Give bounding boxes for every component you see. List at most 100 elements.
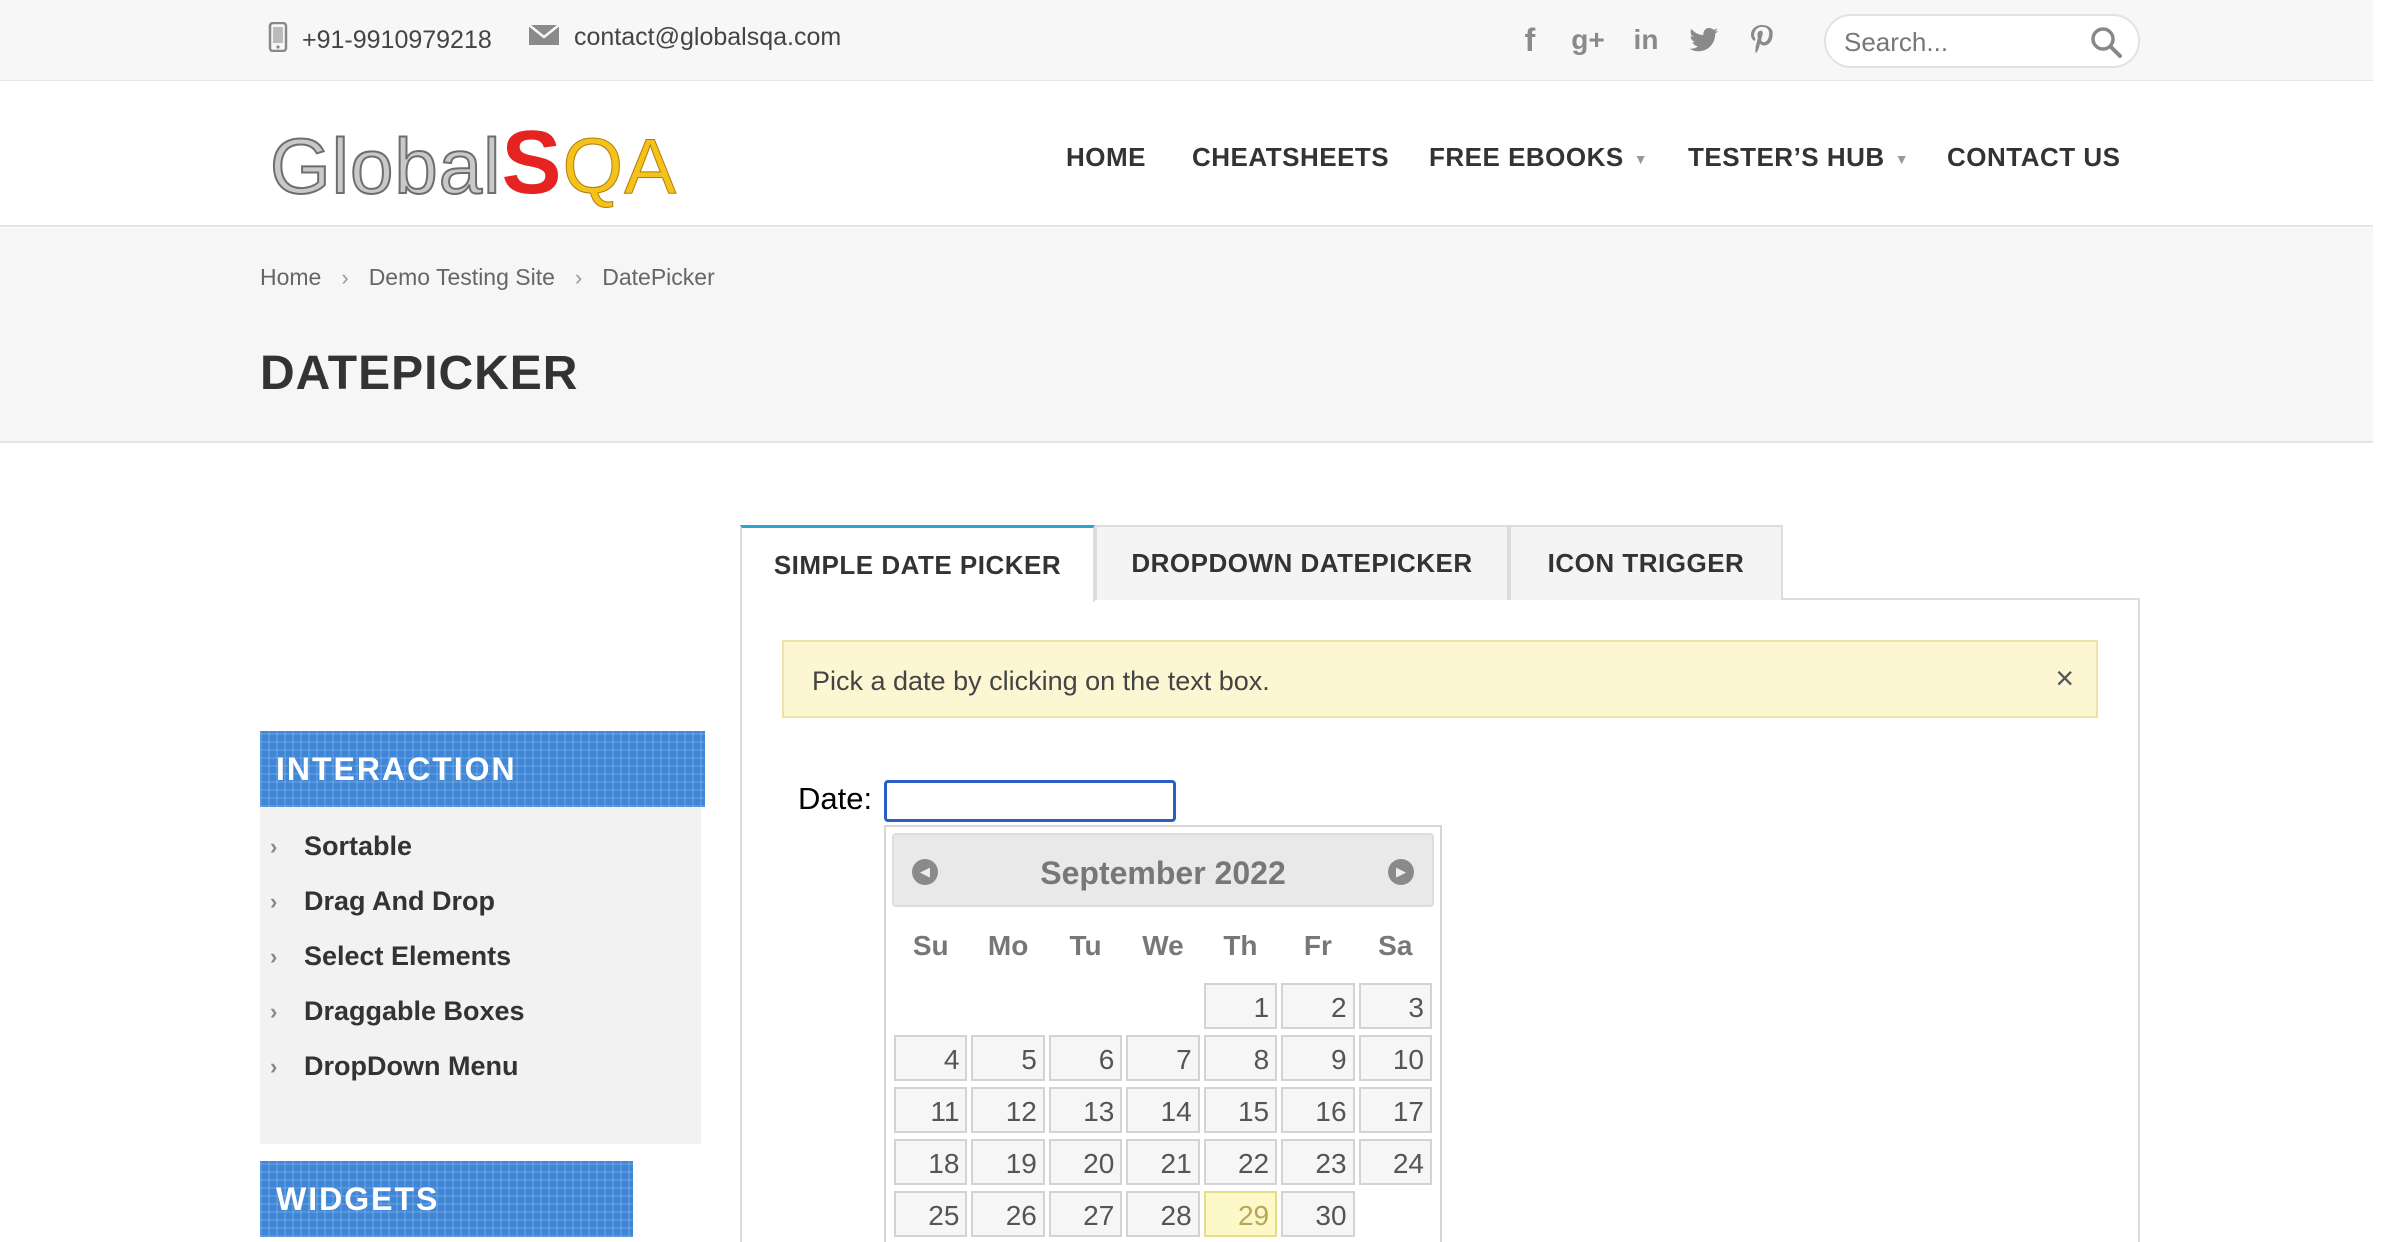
day-cell[interactable]: 10	[1358, 1035, 1432, 1081]
day-cell[interactable]: 25	[894, 1191, 968, 1237]
top-bar: +91-9910979218 contact@globalsqa.com f g…	[0, 0, 2373, 81]
breadcrumb: Home › Demo Testing Site › DatePicker	[260, 264, 715, 291]
day-cell[interactable]: 11	[894, 1087, 968, 1133]
day-cell[interactable]: 24	[1358, 1139, 1432, 1185]
day-cell[interactable]: 20	[1048, 1139, 1123, 1185]
sidebar-item-label: Select Elements	[304, 941, 512, 971]
day-cell[interactable]: 1	[1203, 983, 1278, 1029]
chevron-right-icon: ›	[574, 264, 583, 290]
chevron-right-icon: ›	[270, 943, 278, 969]
day-cell[interactable]: 6	[1048, 1035, 1123, 1081]
day-cell-today[interactable]: 29	[1203, 1191, 1278, 1237]
day-cell[interactable]: 19	[971, 1139, 1045, 1185]
chevron-down-icon: ▼	[1633, 151, 1649, 168]
sidebar-heading-interaction: INTERACTION	[260, 731, 705, 807]
nav-home[interactable]: HOME	[1066, 142, 1146, 173]
search-box	[1824, 14, 2140, 68]
day-cell[interactable]: 14	[1126, 1087, 1200, 1133]
day-cell[interactable]: 8	[1203, 1035, 1278, 1081]
day-cell[interactable]: 27	[1048, 1191, 1123, 1237]
day-of-week-header: Su	[912, 930, 949, 961]
sidebar-item-dropdown-menu[interactable]: › DropDown Menu	[260, 1039, 701, 1094]
day-cell[interactable]: 15	[1203, 1087, 1278, 1133]
tab-dropdown-datepicker[interactable]: DROPDOWN DATEPICKER	[1095, 525, 1509, 600]
google-plus-icon[interactable]: g+	[1571, 20, 1604, 60]
day-cell[interactable]: 13	[1048, 1087, 1123, 1133]
nav-free-ebooks[interactable]: FREE EBOOKS ▼	[1429, 142, 1648, 173]
sidebar-item-drag-and-drop[interactable]: › Drag And Drop	[260, 874, 701, 929]
site-header: GlobalSQA HOME CHEATSHEETS FREE EBOOKS ▼ …	[0, 82, 2373, 227]
day-cell[interactable]: 17	[1358, 1087, 1432, 1133]
search-icon[interactable]	[2090, 26, 2122, 63]
breadcrumb-home[interactable]: Home	[260, 264, 321, 291]
day-cell[interactable]: 26	[971, 1191, 1045, 1237]
day-cell[interactable]: 30	[1281, 1191, 1355, 1237]
linkedin-icon[interactable]: in	[1631, 20, 1661, 60]
chevron-right-icon: ›	[341, 264, 349, 290]
day-cell[interactable]: 18	[894, 1139, 968, 1185]
logo-text-s: S	[501, 113, 563, 213]
day-of-week-header: Th	[1223, 930, 1258, 961]
sidebar-item-sortable[interactable]: › Sortable	[260, 819, 701, 874]
empty-day-cell	[1126, 983, 1199, 1029]
sidebar-item-label: Draggable Boxes	[304, 996, 525, 1026]
day-grid: 1 2 3 4 5 6 7 8 9 10 11 12 13 14 15 16 17 18 19 20 21 22 23 24 2…	[892, 983, 1434, 1237]
breadcrumb-demo[interactable]: Demo Testing Site	[369, 264, 555, 291]
page-title-band: Home › Demo Testing Site › DatePicker DA…	[0, 228, 2373, 443]
day-cell[interactable]: 21	[1126, 1139, 1200, 1185]
pinterest-icon[interactable]	[1747, 20, 1777, 60]
date-input[interactable]	[884, 780, 1176, 822]
day-of-week-header: Fr	[1303, 930, 1332, 961]
day-of-week-header: Sa	[1378, 930, 1413, 961]
day-cell[interactable]: 28	[1126, 1191, 1200, 1237]
nav-contact-us[interactable]: CONTACT US	[1947, 142, 2121, 173]
day-cell[interactable]: 12	[971, 1087, 1045, 1133]
info-notice: Pick a date by clicking on the text box.…	[782, 640, 2098, 718]
day-cell[interactable]: 2	[1281, 983, 1355, 1029]
day-cell[interactable]: 22	[1203, 1139, 1278, 1185]
day-cell[interactable]: 4	[894, 1035, 968, 1081]
chevron-down-icon: ▼	[1894, 151, 1910, 168]
day-of-week-header: We	[1142, 930, 1184, 961]
nav-testers-hub[interactable]: TESTER’S HUB ▼	[1688, 142, 1909, 173]
site-logo[interactable]: GlobalSQA	[269, 112, 678, 215]
email-address[interactable]: contact@globalsqa.com	[574, 23, 841, 52]
chevron-right-icon: ›	[270, 998, 278, 1024]
facebook-icon[interactable]: f	[1515, 20, 1545, 60]
datepicker-header: ◀ September 2022 ▶	[892, 833, 1434, 907]
nav-cheatsheets[interactable]: CHEATSHEETS	[1192, 142, 1389, 173]
tab-icon-trigger[interactable]: ICON TRIGGER	[1509, 525, 1783, 600]
sidebar-item-select-elements[interactable]: › Select Elements	[260, 929, 701, 984]
sidebar-widgets: WIDGETS	[260, 1161, 633, 1237]
day-of-week-header: Tu	[1069, 930, 1102, 961]
date-label: Date:	[798, 781, 873, 816]
day-cell[interactable]: 3	[1358, 983, 1432, 1029]
empty-day-cell	[971, 983, 1044, 1029]
close-icon[interactable]: ×	[2055, 660, 2074, 697]
mail-icon	[528, 22, 560, 53]
sidebar-item-draggable-boxes[interactable]: › Draggable Boxes	[260, 984, 701, 1039]
nav-testers-hub-label: TESTER’S HUB	[1688, 142, 1885, 172]
tab-simple-date-picker[interactable]: SIMPLE DATE PICKER	[740, 525, 1095, 602]
day-cell[interactable]: 9	[1281, 1035, 1355, 1081]
notice-text: Pick a date by clicking on the text box.	[812, 666, 1270, 696]
day-cell[interactable]: 23	[1281, 1139, 1355, 1185]
email-contact[interactable]: contact@globalsqa.com	[528, 22, 841, 53]
empty-day-cell	[894, 983, 967, 1029]
page-title: DATEPICKER	[260, 347, 579, 400]
day-cell[interactable]: 5	[971, 1035, 1045, 1081]
datepicker-month-year: September 2022	[1040, 855, 1286, 891]
day-cell[interactable]: 7	[1126, 1035, 1200, 1081]
logo-text-global: Global	[269, 121, 502, 211]
search-input[interactable]	[1844, 24, 2084, 60]
sidebar-item-label: Drag And Drop	[304, 886, 495, 916]
phone-icon	[268, 21, 288, 59]
sidebar-heading-widgets: WIDGETS	[260, 1161, 633, 1237]
twitter-icon[interactable]	[1689, 20, 1719, 60]
next-month-icon[interactable]: ▶	[1388, 859, 1414, 885]
logo-text-qa: QA	[562, 122, 678, 211]
empty-day-cell	[1049, 983, 1122, 1029]
social-links: f g+ in	[1515, 20, 1777, 60]
breadcrumb-current: DatePicker	[602, 264, 715, 290]
day-cell[interactable]: 16	[1281, 1087, 1355, 1133]
